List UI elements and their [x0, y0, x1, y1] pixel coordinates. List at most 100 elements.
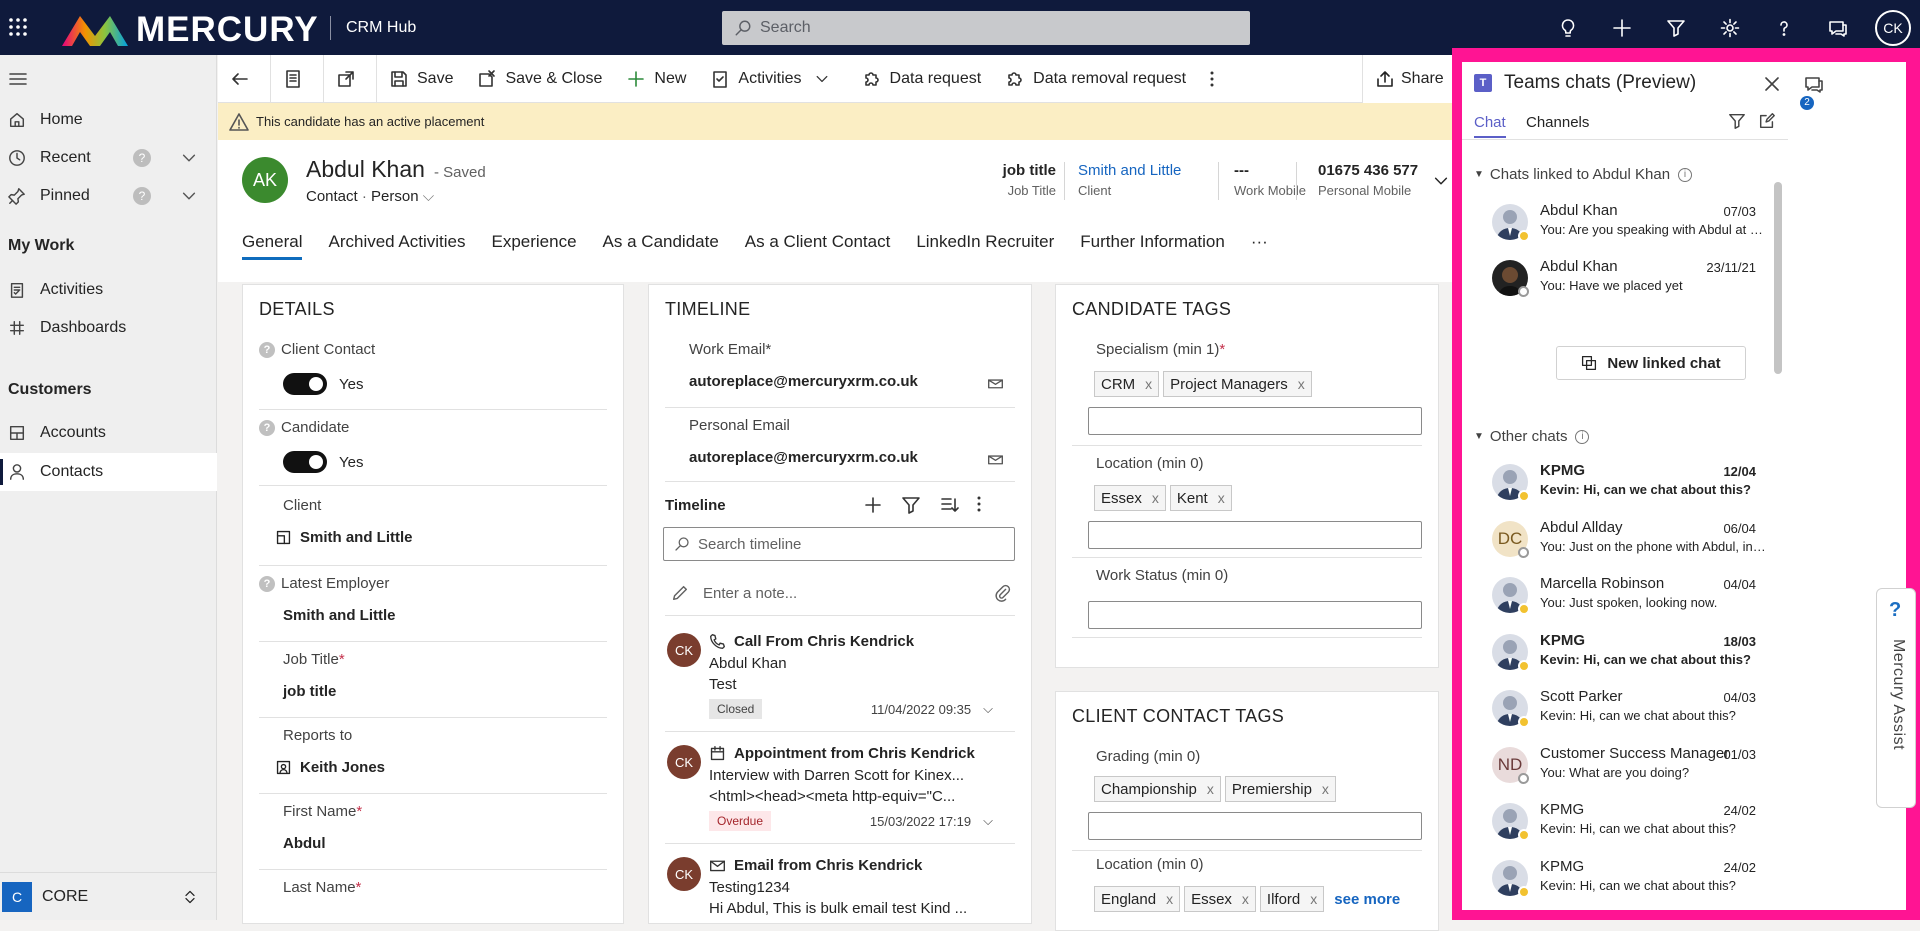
first-name-value[interactable]: Abdul: [283, 835, 326, 852]
nav-item-home[interactable]: Home: [0, 101, 217, 139]
linked-chats-header[interactable]: ▼ Chats linked to Abdul Khan i: [1474, 166, 1693, 183]
send-email-icon[interactable]: [987, 375, 1004, 392]
hamburger-icon[interactable]: [8, 69, 28, 89]
open-new-window-button[interactable]: [324, 55, 376, 103]
share-button[interactable]: Share: [1362, 55, 1452, 103]
client-lookup[interactable]: Smith and Little: [275, 529, 413, 546]
nav-item-dashboards[interactable]: Dashboards: [0, 309, 217, 347]
latest-employer-value[interactable]: Smith and Little: [283, 607, 396, 624]
tab-archived-activities[interactable]: Archived Activities: [315, 228, 478, 268]
mercury-assist-tab[interactable]: ? Mercury Assist: [1876, 588, 1916, 808]
remove-tag-icon[interactable]: x: [1322, 781, 1329, 797]
remove-tag-icon[interactable]: x: [1218, 490, 1225, 506]
timeline-item[interactable]: CK Call From Chris Kendrick Abdul Khan T…: [649, 621, 1009, 729]
tag-chip[interactable]: England x: [1094, 886, 1181, 912]
panel-scrollbar[interactable]: [1774, 182, 1782, 374]
send-email-icon[interactable]: [987, 451, 1004, 468]
tag-chip[interactable]: Essex x: [1094, 485, 1166, 511]
header-field-client[interactable]: Smith and Little Client: [1078, 162, 1181, 198]
chat-icon[interactable]: [1811, 18, 1865, 38]
see-more-link[interactable]: see more: [1334, 891, 1400, 908]
chat-item[interactable]: KPMG 24/02 Kevin: Hi, can we chat about th…: [1462, 799, 1772, 845]
tab-more-button[interactable]: ···: [1238, 228, 1281, 268]
header-field-personal-mobile[interactable]: 01675 436 577 Personal Mobile: [1318, 162, 1418, 198]
chevron-down-icon[interactable]: [180, 187, 198, 205]
location-input[interactable]: [1088, 521, 1422, 549]
tag-chip[interactable]: Essex x: [1184, 886, 1256, 912]
chat-item[interactable]: DC Abdul Allday 06/04 You: Just on the phon…: [1462, 517, 1772, 563]
global-search-input[interactable]: Search: [722, 11, 1250, 45]
more-vertical-icon[interactable]: [977, 495, 981, 515]
work-email-value[interactable]: autoreplace@mercuryxrm.co.uk: [689, 373, 918, 390]
chevron-down-icon[interactable]: [180, 149, 198, 167]
new-button[interactable]: New: [614, 55, 698, 103]
lookup-value[interactable]: Keith Jones: [300, 759, 385, 776]
tab-as-a-candidate[interactable]: As a Candidate: [590, 228, 732, 268]
tab-general[interactable]: General: [218, 228, 315, 268]
data-removal-button[interactable]: Data removal request: [993, 55, 1198, 103]
app-title[interactable]: CRM Hub: [346, 19, 416, 37]
candidate-toggle[interactable]: Yes: [283, 451, 363, 473]
lightbulb-icon[interactable]: [1541, 18, 1595, 38]
chevron-down-icon[interactable]: ⌵: [983, 701, 993, 717]
chat-item[interactable]: Scott Parker 04/03 Kevin: Hi, can we chat …: [1462, 686, 1772, 732]
more-commands-button[interactable]: [1198, 55, 1226, 103]
remove-tag-icon[interactable]: x: [1310, 891, 1317, 907]
filter-icon[interactable]: [1649, 18, 1703, 38]
chevron-down-icon[interactable]: [1432, 172, 1450, 190]
help-icon[interactable]: [1757, 18, 1811, 38]
other-chats-header[interactable]: ▼ Other chats i: [1474, 428, 1590, 445]
add-icon[interactable]: [863, 495, 883, 515]
chat-item[interactable]: KPMG 12/04 Kevin: Hi, can we chat about th…: [1462, 460, 1772, 506]
close-icon[interactable]: [1762, 74, 1782, 94]
mercury-logo[interactable]: MERCURY: [60, 10, 319, 50]
nav-item-accounts[interactable]: Accounts: [0, 414, 217, 452]
work-status-input[interactable]: [1088, 601, 1422, 629]
tab-channels[interactable]: Channels: [1526, 114, 1589, 131]
tab-linkedin-recruiter[interactable]: LinkedIn Recruiter: [903, 228, 1067, 268]
form-view-button[interactable]: [271, 55, 323, 103]
tab-experience[interactable]: Experience: [478, 228, 589, 268]
gear-icon[interactable]: [1703, 18, 1757, 38]
timeline-item[interactable]: CK Email from Chris Kendrick Testing1234…: [649, 845, 1009, 925]
app-launcher-icon[interactable]: [8, 17, 28, 37]
nav-item-contacts[interactable]: Contacts: [0, 453, 217, 491]
tag-chip[interactable]: CRM x: [1094, 371, 1160, 397]
grading-input[interactable]: [1088, 812, 1422, 840]
tag-chip[interactable]: Kent x: [1169, 485, 1232, 511]
tab-as-a-client-contact[interactable]: As a Client Contact: [732, 228, 904, 268]
save-close-button[interactable]: Save & Close: [465, 55, 614, 103]
chat-icon[interactable]: [1804, 74, 1824, 94]
specialism-input[interactable]: [1088, 407, 1422, 435]
filter-icon[interactable]: [1728, 112, 1746, 130]
filter-icon[interactable]: [901, 495, 921, 515]
note-input[interactable]: Enter a note...: [663, 575, 1015, 611]
sort-icon[interactable]: [939, 495, 959, 515]
header-value-link[interactable]: Smith and Little: [1078, 162, 1181, 179]
compose-icon[interactable]: [1758, 112, 1776, 130]
toggle-switch[interactable]: [283, 373, 327, 395]
toggle-switch[interactable]: [283, 451, 327, 473]
tag-chip[interactable]: Project Managers x: [1163, 371, 1312, 397]
client-contact-toggle[interactable]: Yes: [283, 373, 363, 395]
remove-tag-icon[interactable]: x: [1207, 781, 1214, 797]
area-switcher[interactable]: C CORE: [0, 872, 217, 920]
activities-button[interactable]: Activities: [698, 55, 849, 103]
remove-tag-icon[interactable]: x: [1166, 891, 1173, 907]
personal-email-value[interactable]: autoreplace@mercuryxrm.co.uk: [689, 449, 918, 466]
reports-to-lookup[interactable]: Keith Jones: [275, 759, 385, 776]
job-title-value[interactable]: job title: [283, 683, 336, 700]
save-button[interactable]: Save: [377, 55, 465, 103]
timeline-item[interactable]: CK Appointment from Chris Kendrick Inter…: [649, 733, 1009, 841]
chat-item[interactable]: Marcella Robinson 04/04 You: Just spoken, …: [1462, 573, 1772, 619]
tab-further-information[interactable]: Further Information: [1067, 228, 1238, 268]
remove-tag-icon[interactable]: x: [1298, 376, 1305, 392]
lookup-value[interactable]: Smith and Little: [300, 529, 413, 546]
remove-tag-icon[interactable]: x: [1145, 376, 1152, 392]
chat-item[interactable]: Abdul Khan 23/11/21 You: Have we placed …: [1462, 256, 1772, 302]
chat-item[interactable]: KPMG 24/02 Kevin: Hi, can we chat about th…: [1462, 856, 1772, 902]
chat-item[interactable]: Abdul Khan 07/03 You: Are you speaking w…: [1462, 200, 1772, 246]
user-avatar[interactable]: CK: [1875, 9, 1911, 46]
form-selector[interactable]: Person ⌵: [371, 188, 434, 205]
data-request-button[interactable]: Data request: [850, 55, 994, 103]
